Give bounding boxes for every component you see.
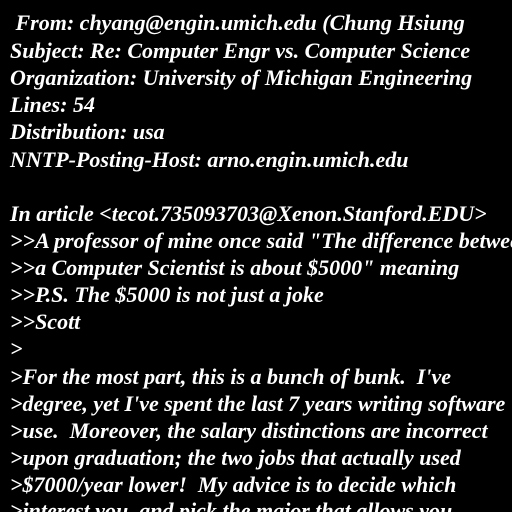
header-from: From: chyang@engin.umich.edu (Chung Hsiu…: [10, 10, 465, 35]
quoted-line: >>P.S. The $5000 is not just a joke: [10, 282, 324, 307]
header-subject: Subject: Re: Computer Engr vs. Computer …: [10, 38, 471, 63]
quoted-line: >interest you, and pick the major that a…: [10, 498, 453, 512]
header-organization: Organization: University of Michigan Eng…: [10, 65, 473, 90]
attribution-line: In article <tecot.735093703@Xenon.Stanfo…: [10, 201, 487, 226]
header-distribution: Distribution: usa: [10, 119, 165, 144]
quoted-line: >use. Moreover, the salary distinctions …: [10, 418, 488, 443]
header-lines: Lines: 54: [10, 92, 95, 117]
quoted-line: >>a Computer Scientist is about $5000" m…: [10, 255, 460, 280]
email-document: From: chyang@engin.umich.edu (Chung Hsiu…: [0, 0, 512, 512]
quoted-line: >>Scott: [10, 309, 81, 334]
quoted-line: >upon graduation; the two jobs that actu…: [10, 445, 461, 470]
quoted-line: >$7000/year lower! My advice is to decid…: [10, 472, 457, 497]
header-nntp-host: NNTP-Posting-Host: arno.engin.umich.edu: [10, 147, 409, 172]
quoted-line: >: [10, 336, 23, 361]
quoted-line: >>A professor of mine once said "The dif…: [10, 228, 512, 253]
quoted-line: >degree, yet I've spent the last 7 years…: [10, 391, 506, 416]
quoted-line: >For the most part, this is a bunch of b…: [10, 364, 452, 389]
